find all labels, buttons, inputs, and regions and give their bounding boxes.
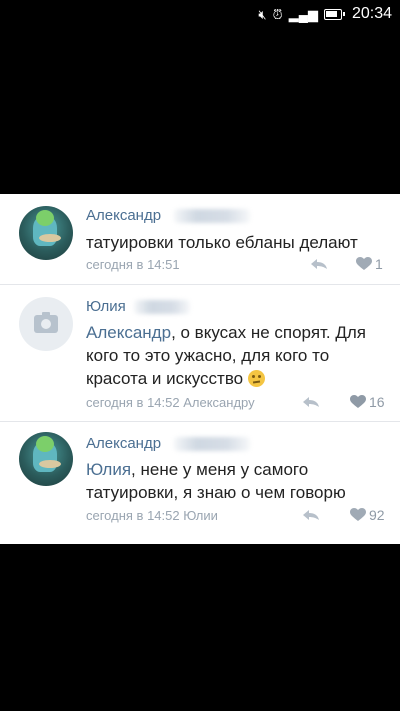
reply-icon[interactable] xyxy=(302,396,320,408)
like-button[interactable]: 16 xyxy=(350,394,385,410)
emoji-confused-icon xyxy=(247,370,265,387)
reply-icon[interactable] xyxy=(302,509,320,521)
comment-text: Юлия, нене у меня у самого татуировки, я… xyxy=(86,460,346,502)
avatar[interactable] xyxy=(19,206,73,260)
heart-icon xyxy=(356,257,372,270)
like-count: 1 xyxy=(375,256,383,272)
redacted-surname xyxy=(174,437,250,451)
reply-to-label[interactable]: Александру xyxy=(183,395,254,410)
comment-author[interactable]: Александр xyxy=(86,435,161,452)
comments-list: Александр татуировки только ебланы делаю… xyxy=(0,194,400,544)
comment-author[interactable]: Александр xyxy=(86,207,161,224)
comment-author[interactable]: Юлия xyxy=(86,298,126,315)
heart-icon xyxy=(350,395,366,408)
like-count: 16 xyxy=(369,394,385,410)
alarm-icon: ⏰︎ xyxy=(272,6,283,22)
like-count: 92 xyxy=(369,507,385,523)
comment-item[interactable]: Александр татуировки только ебланы делаю… xyxy=(0,194,400,285)
comment-meta: сегодня в 14:52 Александру xyxy=(86,395,255,410)
comment-time: сегодня в 14:52 xyxy=(86,508,180,523)
reply-mention[interactable]: Юлия xyxy=(86,460,131,479)
like-button[interactable]: 92 xyxy=(350,507,385,523)
comment-item[interactable]: Юлия Александр, о вкусах не спорят. Для … xyxy=(0,285,400,422)
comment-time: сегодня в 14:52 xyxy=(86,395,180,410)
battery-icon xyxy=(323,8,345,20)
comment-text: татуировки только ебланы делают xyxy=(86,233,358,252)
signal-icon: ▂▄▆ xyxy=(288,6,318,22)
status-bar: 🔇︎ ⏰︎ ▂▄▆ 20:34 xyxy=(0,0,400,28)
avatar[interactable] xyxy=(19,432,73,486)
comment-meta: сегодня в 14:52 Юлии xyxy=(86,508,218,523)
heart-icon xyxy=(350,508,366,521)
status-time: 20:34 xyxy=(351,5,392,22)
avatar[interactable] xyxy=(19,297,73,351)
mute-icon: 🔇︎ xyxy=(258,6,267,22)
comment-text: Александр, о вкусах не спорят. Для кого … xyxy=(86,323,367,388)
reply-mention[interactable]: Александр xyxy=(86,323,171,342)
reply-to-label[interactable]: Юлии xyxy=(183,508,218,523)
comment-item[interactable]: Александр Юлия, нене у меня у самого тат… xyxy=(0,422,400,543)
camera-icon xyxy=(34,312,58,333)
comment-time: сегодня в 14:51 xyxy=(86,257,180,272)
redacted-surname xyxy=(134,300,190,314)
redacted-surname xyxy=(174,209,250,223)
reply-icon[interactable] xyxy=(310,258,328,270)
like-button[interactable]: 1 xyxy=(356,256,383,272)
